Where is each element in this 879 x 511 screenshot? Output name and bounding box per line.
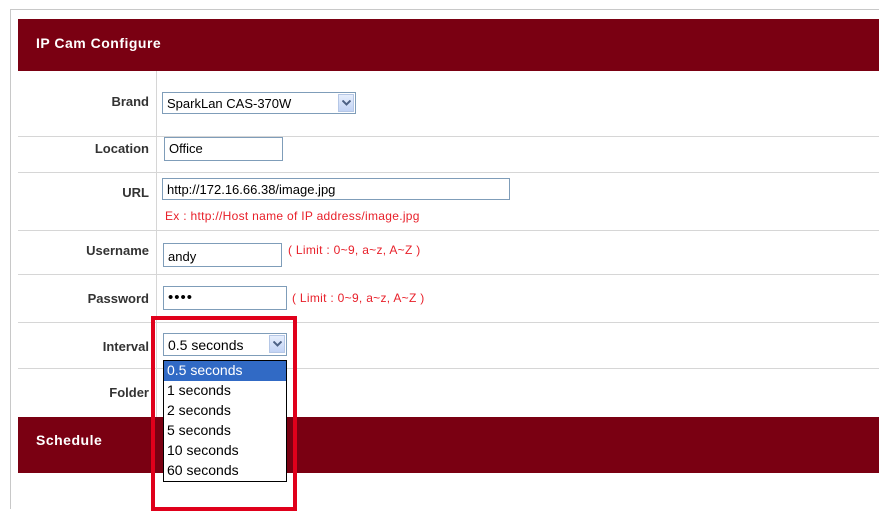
username-input[interactable]: andy (163, 243, 282, 267)
username-label: Username (86, 243, 149, 258)
url-input-value: http://172.16.66.38/image.jpg (167, 182, 336, 197)
url-input[interactable]: http://172.16.66.38/image.jpg (162, 178, 510, 200)
chevron-down-icon (342, 100, 351, 106)
interval-row: Interval 0.5 seconds (18, 323, 879, 369)
url-label-cell: URL (18, 173, 157, 230)
brand-row: Brand SparkLan CAS-370W (18, 71, 879, 137)
annotation-highlight-box (151, 316, 297, 511)
folder-label: Folder (109, 385, 149, 400)
url-label: URL (122, 185, 149, 200)
config-section-header: IP Cam Configure (18, 19, 879, 71)
location-input-value: Office (169, 141, 203, 156)
interval-label: Interval (102, 339, 149, 354)
location-label: Location (94, 141, 149, 156)
password-hint: ( Limit : 0~9, a~z, A~Z ) (292, 291, 425, 305)
folder-row: Folder (18, 369, 879, 417)
brand-select[interactable]: SparkLan CAS-370W (162, 92, 356, 114)
folder-label-cell: Folder (18, 369, 157, 417)
interval-label-cell: Interval (18, 323, 157, 368)
password-label-cell: Password (18, 275, 157, 322)
url-hint: Ex : http://Host name of IP address/imag… (165, 209, 420, 223)
username-row: Username andy ( Limit : 0~9, a~z, A~Z ) (18, 231, 879, 275)
password-input-value: •••• (168, 289, 194, 306)
location-input[interactable]: Office (164, 137, 283, 161)
brand-select-arrow[interactable] (338, 94, 354, 112)
brand-label-cell: Brand (18, 71, 157, 136)
location-row: Location Office (18, 137, 879, 173)
username-hint: ( Limit : 0~9, a~z, A~Z ) (288, 243, 421, 257)
password-input[interactable]: •••• (163, 286, 287, 310)
username-label-cell: Username (18, 231, 157, 274)
location-label-cell: Location (18, 137, 157, 172)
brand-select-value: SparkLan CAS-370W (167, 96, 292, 111)
config-title: IP Cam Configure (36, 35, 162, 51)
password-label: Password (87, 291, 149, 306)
frame-left-border (10, 9, 11, 509)
frame-top-border (10, 9, 879, 10)
schedule-section-header: Schedule (18, 417, 879, 473)
url-row: URL http://172.16.66.38/image.jpg Ex : h… (18, 173, 879, 231)
schedule-title: Schedule (36, 432, 103, 448)
username-input-value: andy (168, 249, 197, 264)
brand-label: Brand (111, 94, 149, 109)
password-row: Password •••• ( Limit : 0~9, a~z, A~Z ) (18, 275, 879, 323)
